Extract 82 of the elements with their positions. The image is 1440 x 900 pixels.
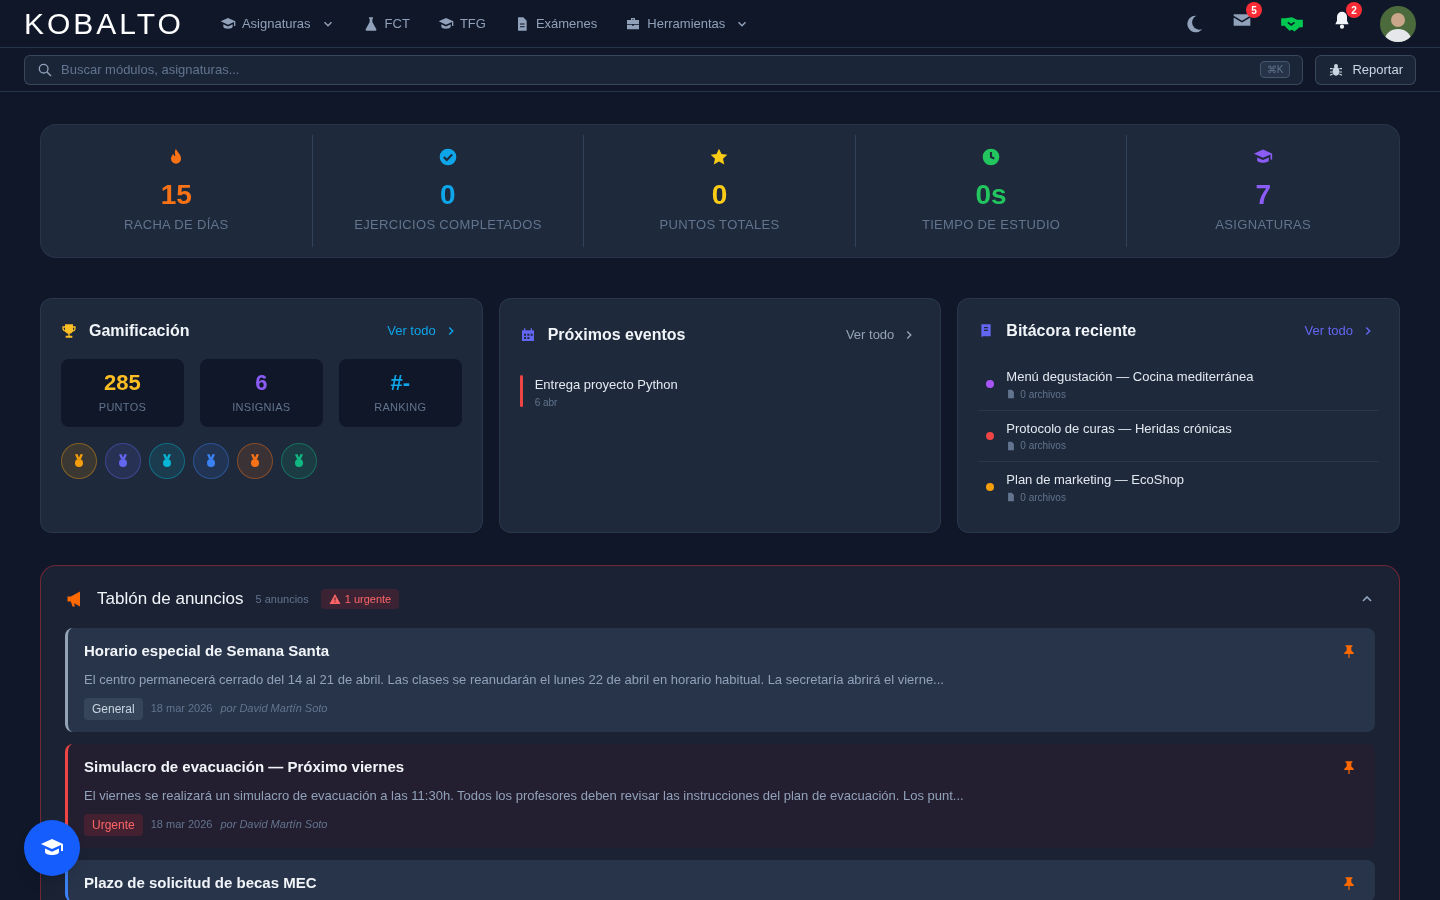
announcement-card[interactable] — [65, 743, 1375, 848]
logo[interactable]: KOBALTO — [24, 1, 184, 46]
file-icon — [1006, 492, 1017, 502]
medal-badge[interactable] — [105, 443, 141, 479]
file-icon — [1006, 440, 1017, 451]
tile-value: 6 — [255, 370, 268, 395]
nav-item[interactable]: Herramientas — [625, 13, 750, 34]
nav-item[interactable]: Asignaturas — [219, 13, 335, 34]
card-title: Próximos eventos — [547, 325, 687, 345]
log-entry[interactable]: Menú degustación — Cocina mediterránea 0 archivos — [978, 359, 1379, 411]
clock-icon — [981, 147, 1002, 168]
tile-label: RANKING — [374, 399, 427, 415]
entry-title: Plan de marketing — EcoShop — [1006, 471, 1185, 489]
event-title: Entrega proyecto Python — [534, 376, 678, 394]
bug-icon — [1328, 61, 1345, 78]
card-title: Bitácora reciente — [1006, 321, 1138, 341]
medal-badge[interactable] — [193, 443, 229, 479]
stat-label: ASIGNATURAS — [1215, 216, 1312, 235]
view-all-link[interactable]: Ver todo — [845, 325, 917, 345]
stat-label: TIEMPO DE ESTUDIO — [921, 216, 1061, 235]
entry-title: Menú degustación — Cocina mediterránea — [1006, 368, 1254, 386]
graduation-cap-icon — [219, 15, 236, 32]
calendar-icon — [519, 327, 536, 343]
entry-title: Protocolo de curas — Heridas crónicas — [1006, 419, 1232, 438]
medal-badge[interactable] — [149, 443, 185, 479]
floating-action-button[interactable] — [24, 820, 80, 876]
nav-item[interactable]: TFG — [437, 13, 486, 34]
announcement-card[interactable] — [65, 627, 1375, 732]
announcement-count: 5 anuncios — [255, 591, 309, 607]
trophy-icon — [61, 323, 77, 339]
announcement-title: Plazo de solicitud de becas MEC — [84, 872, 318, 893]
medal-badge[interactable] — [61, 443, 97, 479]
announcement-text: El centro permanecerá cerrado del 14 al 21 de abril. Las clases se reanudarán el lunes 22 de abril en horario habitual. La secretaría abrirá el vierne... — [84, 671, 945, 689]
stat-value: 0 — [711, 179, 728, 212]
event-date: 6 abr — [534, 395, 559, 410]
warning-icon — [328, 592, 341, 605]
report-button[interactable]: Reportar — [1315, 54, 1416, 85]
toolbox-icon — [625, 15, 642, 32]
file-count: 0 archivos — [1020, 439, 1066, 453]
post-date: 18 mar 2026 — [150, 817, 213, 833]
log-entry[interactable]: Plan de marketing — EcoShop 0 archivos — [978, 462, 1379, 513]
file-icon — [1006, 389, 1017, 399]
announcement-text: El viernes se realizará un simulacro de evacuación a las 11:30h. Todos los profesores deben revisar las instrucciones del plan de evacuación. Los punt... — [84, 787, 965, 805]
stat-value: 0 — [440, 179, 456, 212]
tile-value: #- — [390, 370, 410, 395]
nav-item[interactable]: Exámenes — [513, 13, 598, 34]
medal-badge[interactable] — [281, 443, 317, 479]
category-tag: Urgente — [84, 813, 143, 836]
search-icon — [37, 61, 53, 78]
post-author: por David Martín Soto — [220, 817, 328, 833]
announcement-card[interactable]: Plazo de solicitud de becas MEC — [65, 859, 1375, 900]
category-tag: General — [84, 697, 143, 720]
search-input[interactable]: Buscar módulos, asignaturas... — [61, 59, 1252, 80]
file-count: 0 archivos — [1020, 387, 1066, 402]
shortcut-hint: ⌘K — [1259, 61, 1291, 78]
announcement-title: Simulacro de evacuación — Próximo viernes — [84, 756, 406, 777]
stat-label: PUNTOS TOTALES — [659, 216, 780, 235]
stat-label: RACHA DE DÍAS — [123, 216, 229, 235]
post-date: 18 mar 2026 — [150, 701, 213, 717]
panel-title: Tablón de anuncios — [97, 588, 244, 610]
urgent-badge: 1 urgente — [320, 588, 400, 609]
medal-badge[interactable] — [237, 443, 273, 479]
view-all-link[interactable]: Ver todo — [387, 321, 458, 341]
post-author: por David Martín Soto — [220, 701, 328, 717]
count-badge: 2 — [1346, 2, 1362, 18]
announcement-title: Horario especial de Semana Santa — [84, 640, 331, 661]
graduation-cap-icon — [437, 15, 454, 32]
stat-value: 15 — [160, 179, 192, 212]
stat-value: 0s — [975, 179, 1007, 212]
tile-label: INSIGNIAS — [232, 399, 291, 415]
stat-label: EJERCICIOS COMPLETADOS — [354, 216, 542, 235]
tile-value: 285 — [104, 370, 141, 395]
stat-value: 7 — [1255, 179, 1271, 212]
tile-label: PUNTOS — [98, 399, 147, 415]
moon-icon[interactable] — [1184, 13, 1204, 34]
check-circle-icon — [437, 147, 458, 168]
log-entry[interactable]: Protocolo de curas — Heridas crónicas 0 archivos — [978, 410, 1379, 462]
avatar[interactable] — [1380, 5, 1416, 42]
card-title: Gamificación — [89, 321, 191, 341]
file-count: 0 archivos — [1020, 490, 1066, 505]
count-badge: 5 — [1246, 2, 1262, 18]
nav-item[interactable]: FCT — [362, 13, 410, 34]
